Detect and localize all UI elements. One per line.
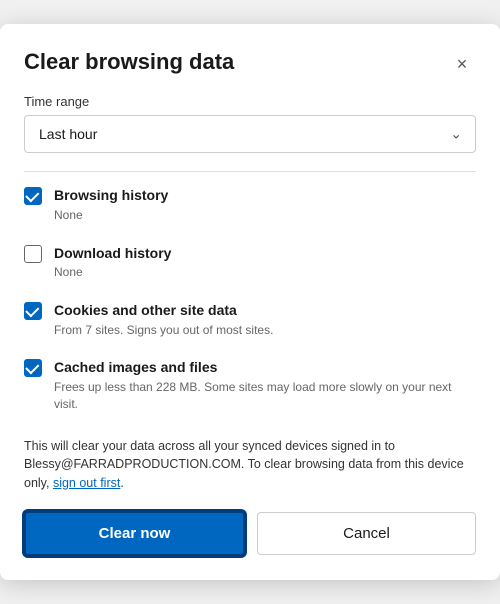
browsing-history-text: Browsing history None (54, 186, 168, 223)
cached-images-title: Cached images and files (54, 358, 476, 378)
download-history-checkbox[interactable] (24, 245, 42, 263)
cookies-text: Cookies and other site data From 7 sites… (54, 301, 273, 338)
close-button[interactable]: × (448, 50, 476, 78)
cookies-checkbox[interactable] (24, 302, 42, 320)
browsing-history-subtitle: None (54, 207, 168, 224)
cookies-subtitle: From 7 sites. Signs you out of most site… (54, 322, 273, 339)
items-list: Browsing history None Download history N… (24, 176, 484, 422)
download-history-text: Download history None (54, 244, 171, 281)
dialog-title: Clear browsing data (24, 48, 234, 77)
clear-now-button[interactable]: Clear now (24, 511, 245, 556)
sign-out-link[interactable]: sign out first (53, 476, 120, 490)
dialog-footer: Clear now Cancel (0, 511, 500, 556)
cookies-checkbox-container (24, 302, 42, 320)
cached-images-subtitle: Frees up less than 228 MB. Some sites ma… (54, 379, 476, 413)
dialog-header: Clear browsing data × (0, 48, 500, 94)
time-range-dropdown-wrapper: Last hour Last 24 hours Last 7 days Last… (24, 115, 476, 153)
cancel-button[interactable]: Cancel (257, 512, 476, 555)
browsing-history-checkbox[interactable] (24, 187, 42, 205)
info-text-after-link: . (120, 476, 123, 490)
download-history-checkbox-container (24, 245, 42, 263)
browsing-history-title: Browsing history (54, 186, 168, 206)
time-range-select[interactable]: Last hour Last 24 hours Last 7 days Last… (24, 115, 476, 153)
cached-images-item[interactable]: Cached images and files Frees up less th… (24, 348, 476, 422)
download-history-subtitle: None (54, 264, 171, 281)
time-range-label: Time range (24, 94, 476, 109)
cookies-item[interactable]: Cookies and other site data From 7 sites… (24, 291, 476, 348)
info-text: This will clear your data across all you… (24, 437, 476, 493)
browsing-history-item[interactable]: Browsing history None (24, 176, 476, 233)
cached-images-checkbox[interactable] (24, 359, 42, 377)
cached-images-text: Cached images and files Frees up less th… (54, 358, 476, 412)
browsing-history-checkbox-container (24, 187, 42, 205)
dialog-body: Time range Last hour Last 24 hours Last … (0, 94, 500, 493)
clear-browsing-data-dialog: Clear browsing data × Time range Last ho… (0, 24, 500, 580)
cookies-title: Cookies and other site data (54, 301, 273, 321)
download-history-title: Download history (54, 244, 171, 264)
divider (24, 171, 476, 172)
download-history-item[interactable]: Download history None (24, 234, 476, 291)
cached-images-checkbox-container (24, 359, 42, 377)
